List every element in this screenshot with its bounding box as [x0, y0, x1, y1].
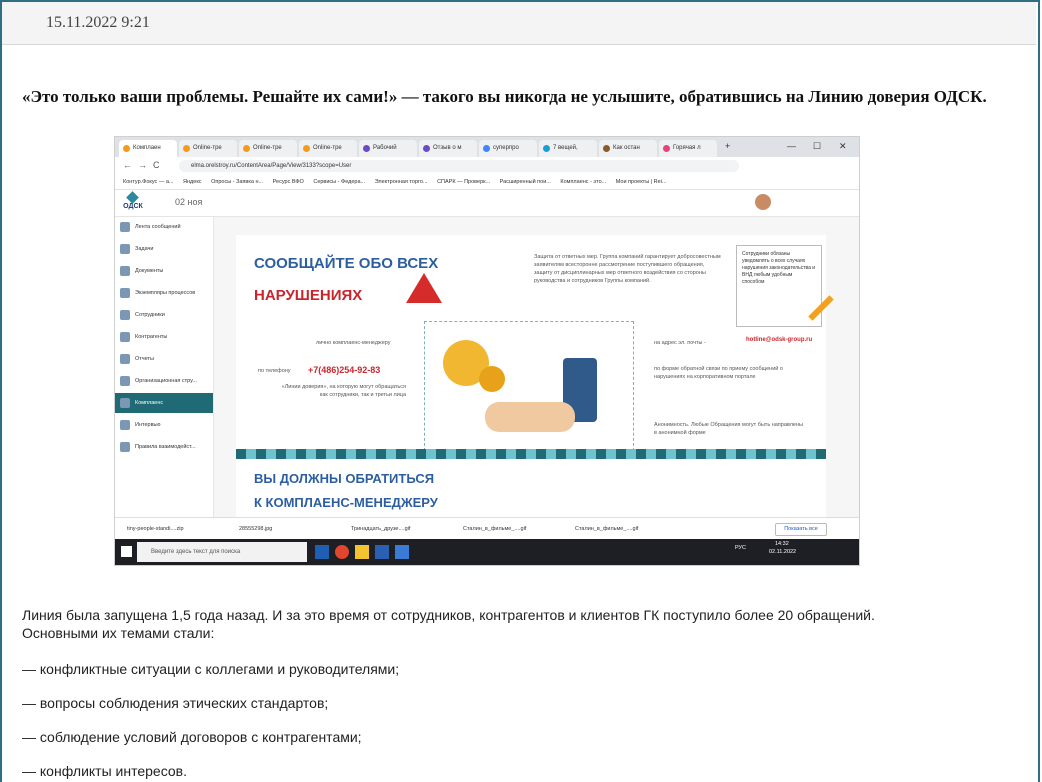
handshake-icon — [485, 402, 575, 432]
chrome-icon[interactable] — [335, 545, 349, 559]
sidebar-item-employees[interactable]: Сотрудники — [115, 305, 213, 325]
banner-divider — [236, 449, 826, 459]
personally-text: лично комплаенс-менеджеру — [316, 340, 391, 346]
address-bar: ←→C elma.orelstroy.ru/ContentArea/Page/V… — [115, 157, 859, 175]
browser-tab[interactable]: Online-тре — [299, 140, 357, 157]
sidebar-item-tasks[interactable]: Задачи — [115, 239, 213, 259]
list-item: — конфликтные ситуации с коллегами и рук… — [22, 661, 400, 677]
bookmark-item[interactable]: Комплаенс - это... — [560, 179, 606, 185]
by-phone-text: по телефону — [258, 368, 291, 374]
browser-tab[interactable]: Online-тре — [179, 140, 237, 157]
hotline-email[interactable]: hotline@odsk-group.ru — [746, 337, 812, 343]
download-item[interactable]: Тринадцать_друзе....gif — [339, 518, 451, 540]
browser-tab[interactable]: Комплаен — [119, 140, 177, 157]
bookmarks-bar: Контур.Фокус — а... Яндекс Опросы - Заяв… — [115, 175, 859, 190]
bookmark-item[interactable]: Контур.Фокус — а... — [123, 179, 174, 185]
url-field[interactable]: elma.orelstroy.ru/ContentArea/Page/View/… — [179, 160, 739, 172]
email-label: на адрес эл. почты - — [654, 340, 706, 346]
sidebar-item-contractors[interactable]: Контрагенты — [115, 327, 213, 347]
sidebar-item-interview[interactable]: Интервью — [115, 415, 213, 435]
browser-tab[interactable]: Рабочий — [359, 140, 417, 157]
browser-tab[interactable]: Online-тре — [239, 140, 297, 157]
taskbar-search-input[interactable]: Введите здесь текст для поиска — [137, 542, 307, 562]
bookmark-item[interactable]: Опросы - Заявка н... — [211, 179, 263, 185]
list-item: — соблюдение условий договоров с контраг… — [22, 729, 362, 745]
post-headline: «Это только ваши проблемы. Решайте их са… — [22, 87, 987, 106]
tray-date: 02.11.2022 — [769, 549, 797, 555]
manager-banner: ВЫ ДОЛЖНЫ ОБРАТИТЬСЯ К КОМПЛАЕНС-МЕНЕДЖЕ… — [236, 459, 826, 517]
bookmark-item[interactable]: Расширенный пои... — [500, 179, 551, 185]
download-item[interactable]: Сталин_в_фильме_....gif — [451, 518, 563, 540]
bookmark-item[interactable]: СПАРК — Проверк... — [437, 179, 490, 185]
bookmark-item[interactable]: Мои проекты | Rei... — [616, 179, 667, 185]
app-icon[interactable] — [395, 545, 409, 559]
banner-title-1: СООБЩАЙТЕ ОБО ВСЕХ — [254, 255, 439, 272]
windows-taskbar: Введите здесь текст для поиска РУС 14:32… — [115, 539, 859, 565]
browser-tab[interactable]: Горячая л — [659, 140, 717, 157]
embedded-screenshot: Комплаен Online-тре Online-тре Online-тр… — [114, 136, 860, 566]
downloads-bar: tiny-people-standi....zip 28555298.jpg Три… — [115, 517, 859, 540]
close-icon[interactable]: ✕ — [839, 141, 847, 152]
browser-tab[interactable]: Как остан — [599, 140, 657, 157]
folder-icon[interactable] — [355, 545, 369, 559]
app-header: ОДСК 02 ноя — [115, 190, 859, 217]
minimize-icon[interactable]: — — [787, 141, 796, 151]
feedback-form-text: по форме обратной связи по приему сообще… — [654, 366, 783, 380]
odsk-logo[interactable]: ОДСК — [119, 193, 147, 213]
list-item: — конфликты интересов. — [22, 763, 187, 779]
download-item[interactable]: tiny-people-standi....zip — [115, 518, 227, 540]
bookmark-item[interactable]: Ресурс ВФО — [273, 179, 304, 185]
tray-time: 14:32 — [775, 541, 789, 547]
avatar[interactable] — [755, 194, 771, 210]
app-sidebar: Лента сообщений Задачи Документы Экземпл… — [115, 217, 214, 517]
nav-arrows-icon[interactable]: ←→C — [123, 160, 166, 170]
banner2-title-2: К КОМПЛАЕНС-МЕНЕДЖЕРУ — [254, 495, 438, 510]
browser-tab[interactable]: 7 вещей, — [539, 140, 597, 157]
sidebar-item-rules[interactable]: Правила взаимодейст... — [115, 437, 213, 457]
download-item[interactable]: 28555298.jpg — [227, 518, 339, 540]
sidebar-item-feed[interactable]: Лента сообщений — [115, 217, 213, 237]
paragraph-2: Основными их темами стали: — [22, 625, 215, 641]
app-content: СООБЩАЙТЕ ОБО ВСЕХ НАРУШЕНИЯХ Защита от … — [214, 217, 859, 517]
compliance-banner: СООБЩАЙТЕ ОБО ВСЕХ НАРУШЕНИЯХ Защита от … — [236, 235, 834, 451]
handshake-illustration — [424, 321, 634, 451]
tray-lang[interactable]: РУС — [735, 545, 746, 551]
bookmark-item[interactable]: Яндекс — [183, 179, 202, 185]
protection-text: Защита от ответных мер. Группа компаний … — [534, 254, 721, 284]
browser-tab[interactable]: суперпро — [479, 140, 537, 157]
sidebar-item-documents[interactable]: Документы — [115, 261, 213, 281]
new-tab-icon[interactable]: + — [725, 141, 730, 151]
sidebar-item-compliance[interactable]: Комплаенс — [115, 393, 213, 413]
app-date: 02 ноя — [175, 197, 203, 207]
banner2-title-1: ВЫ ДОЛЖНЫ ОБРАТИТЬСЯ — [254, 471, 435, 486]
sidebar-item-org-structure[interactable]: Организационная стру... — [115, 371, 213, 391]
list-item: — вопросы соблюдения этических стандарто… — [22, 695, 329, 711]
line-text: «Линии доверия», на которую могут обраща… — [281, 384, 406, 398]
maximize-icon[interactable]: ☐ — [813, 141, 821, 152]
sidebar-item-processes[interactable]: Экземпляры процессов — [115, 283, 213, 303]
sidebar-item-reports[interactable]: Отчеты — [115, 349, 213, 369]
gear-icon — [479, 366, 505, 392]
post-date: 15.11.2022 9:21 — [46, 14, 150, 31]
outlook-icon[interactable] — [315, 545, 329, 559]
browser-tab[interactable]: Отзыв о м — [419, 140, 477, 157]
paragraph-1: Линия была запущена 1,5 года назад. И за… — [22, 607, 875, 623]
warning-icon — [406, 273, 442, 303]
windows-start-icon[interactable] — [121, 546, 132, 557]
show-all-button[interactable]: Показать все — [775, 523, 827, 536]
hotline-phone: +7(486)254-92-83 — [308, 365, 381, 375]
bookmark-item[interactable]: Электронная торго... — [375, 179, 428, 185]
download-item[interactable]: Сталин_в_фильме_....gif — [563, 518, 675, 540]
browser-tabs: Комплаен Online-тре Online-тре Online-тр… — [115, 137, 859, 157]
word-icon[interactable] — [375, 545, 389, 559]
anonymity-text: Анонимность. Любые Обращения могут быть … — [654, 422, 803, 436]
bookmark-item[interactable]: Сервисы - Федера... — [313, 179, 365, 185]
system-tray: РУС 14:32 02.11.2022 — [735, 541, 796, 555]
date-bar: 15.11.2022 9:21 — [2, 2, 1036, 45]
banner-title-2: НАРУШЕНИЯХ — [254, 287, 363, 304]
